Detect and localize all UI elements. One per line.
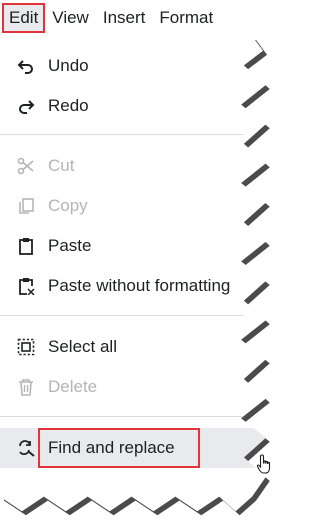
menu-item-label: Paste bbox=[48, 236, 92, 255]
clipboard-icon bbox=[16, 236, 36, 256]
menu-divider bbox=[0, 416, 244, 417]
hand-cursor-icon bbox=[256, 454, 271, 474]
find-and-replace-highlight-box bbox=[38, 428, 200, 468]
menu-item-cut[interactable]: Cut bbox=[0, 146, 266, 186]
clipboard-clear-format-icon bbox=[16, 276, 36, 296]
scissors-icon bbox=[16, 156, 36, 176]
menu-item-redo[interactable]: Redo bbox=[0, 86, 266, 126]
menu-bar: Edit View Insert Format bbox=[0, 0, 274, 36]
menu-item-copy[interactable]: Copy bbox=[0, 186, 266, 226]
menu-item-label: Select all bbox=[48, 337, 117, 356]
menu-edit[interactable]: Edit bbox=[2, 3, 46, 33]
menu-format[interactable]: Format bbox=[152, 3, 220, 33]
menu-insert[interactable]: Insert bbox=[96, 3, 153, 33]
select-all-icon bbox=[16, 337, 36, 357]
menu-divider bbox=[0, 315, 244, 316]
menu-item-label: Copy bbox=[48, 196, 88, 215]
menu-item-label: Delete bbox=[48, 377, 98, 396]
menu-item-delete[interactable]: Delete bbox=[0, 367, 266, 407]
menu-item-label: Paste without formatting bbox=[48, 276, 231, 295]
menu-item-paste-without-formatting[interactable]: Paste without formatting bbox=[0, 266, 266, 306]
menu-divider bbox=[0, 134, 244, 135]
trash-icon bbox=[16, 377, 36, 397]
find-replace-icon bbox=[16, 438, 36, 458]
menu-item-label: Cut bbox=[48, 156, 75, 175]
redo-icon bbox=[16, 96, 36, 116]
menu-item-paste[interactable]: Paste bbox=[0, 226, 266, 266]
menu-item-select-all[interactable]: Select all bbox=[0, 327, 266, 367]
menu-item-label: Undo bbox=[48, 56, 89, 75]
menu-view[interactable]: View bbox=[45, 3, 96, 33]
menu-item-undo[interactable]: Undo bbox=[0, 46, 266, 86]
undo-icon bbox=[16, 56, 36, 76]
copy-icon bbox=[16, 196, 36, 216]
menu-item-label: Redo bbox=[48, 96, 89, 115]
